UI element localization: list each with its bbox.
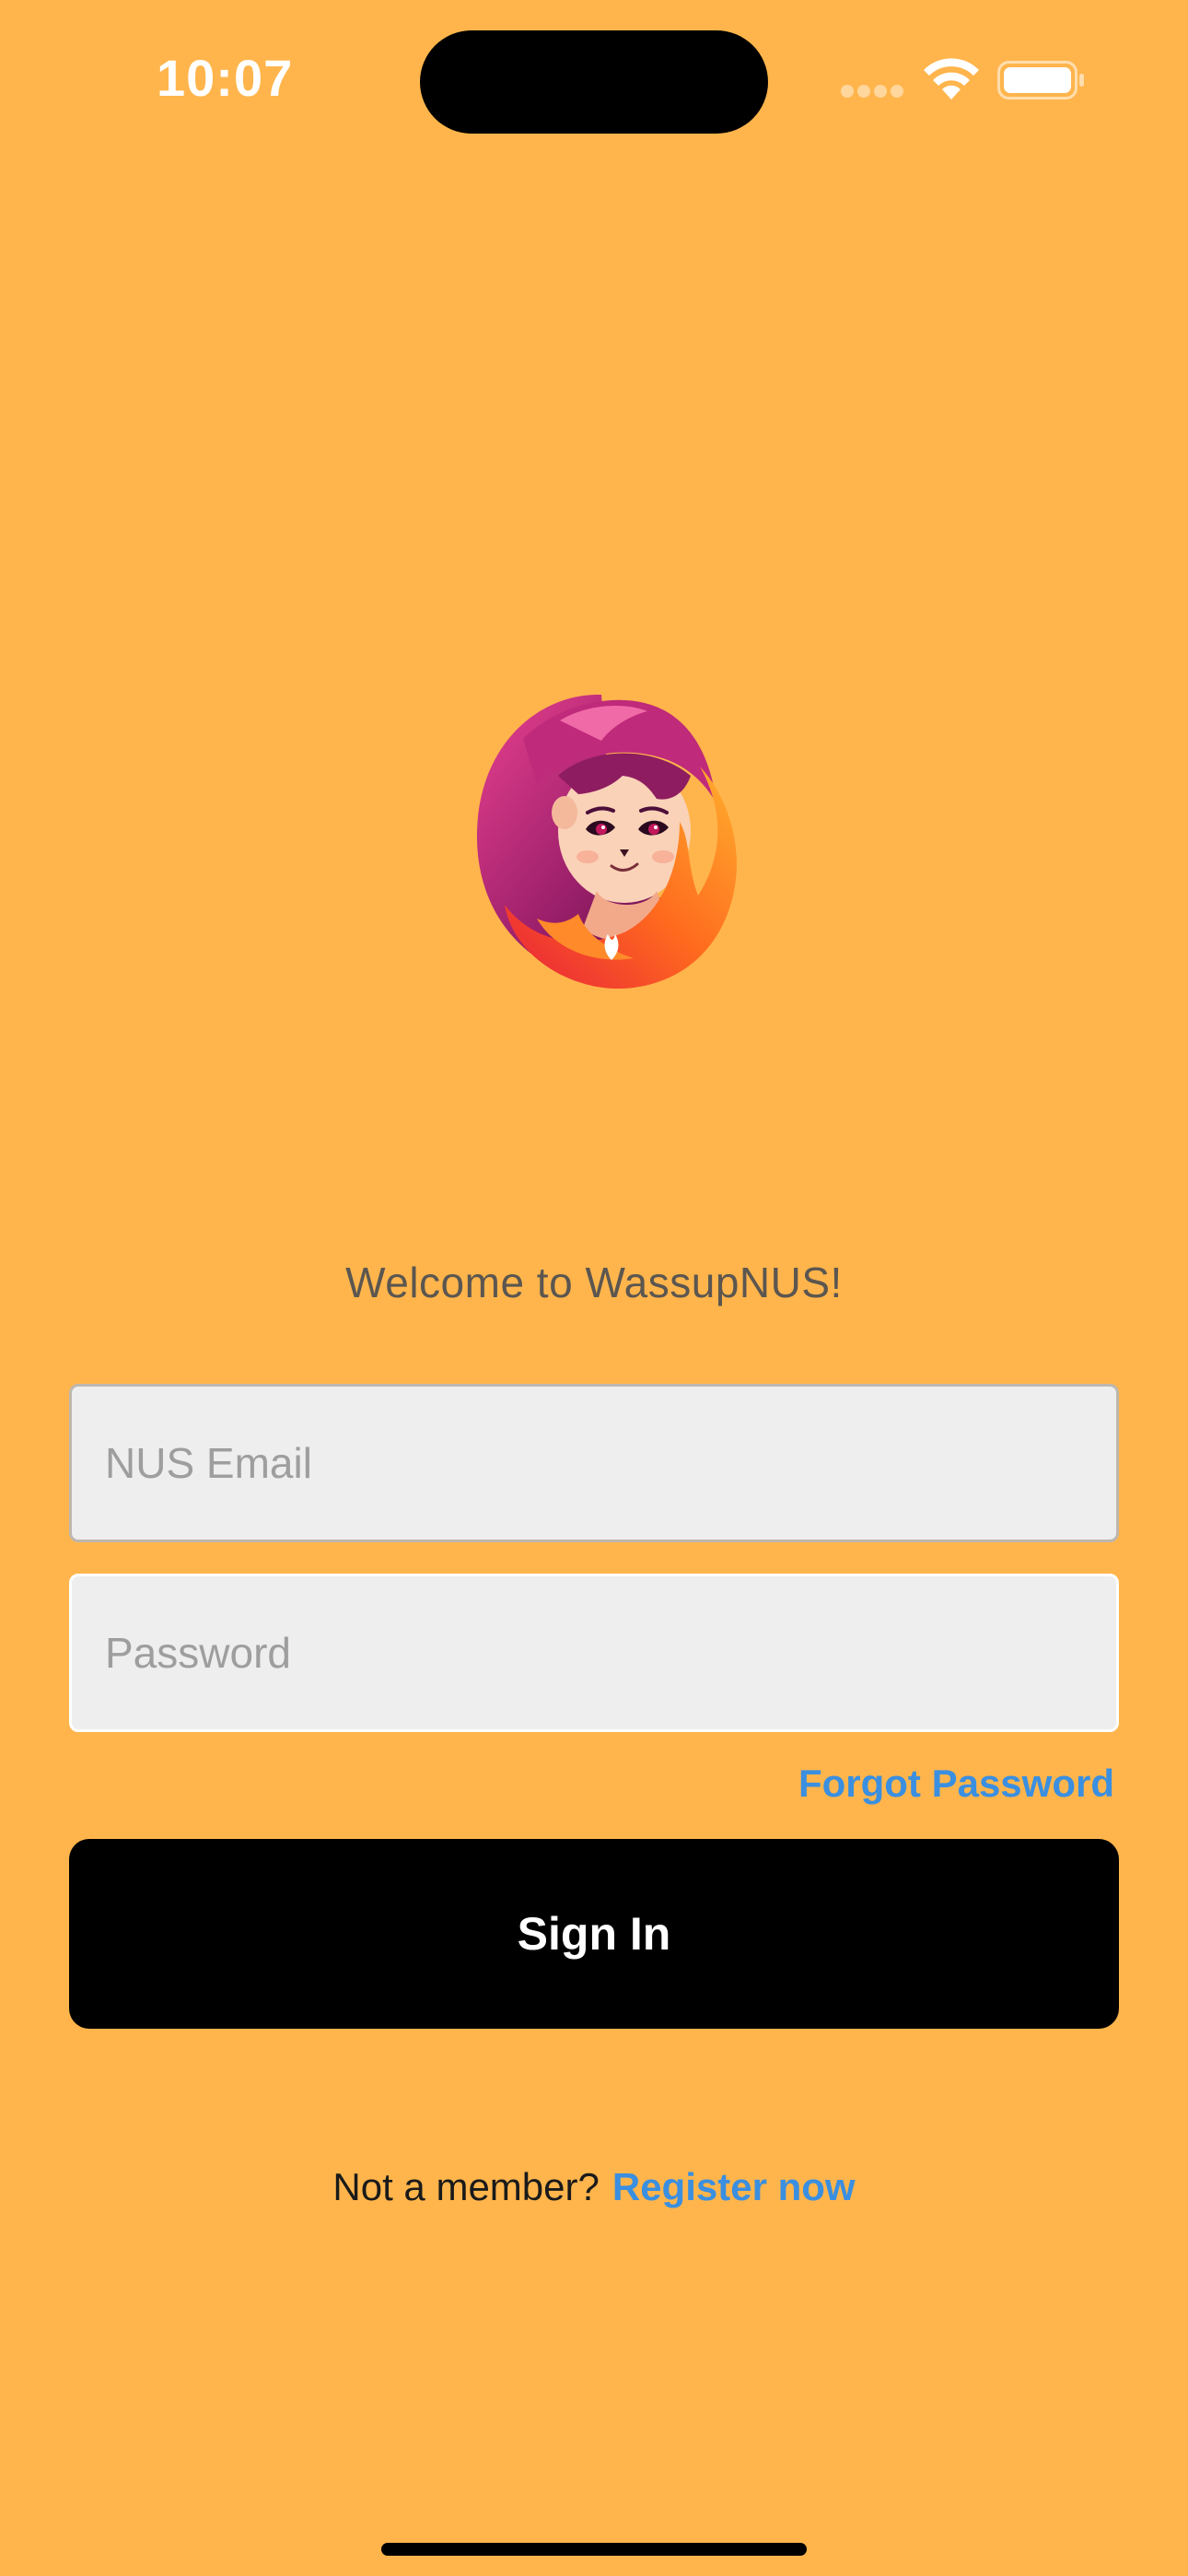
forgot-password-link[interactable]: Forgot Password — [798, 1762, 1114, 1806]
sign-in-button[interactable]: Sign In — [69, 1839, 1119, 2029]
status-time: 10:07 — [157, 49, 294, 107]
home-indicator[interactable] — [381, 2543, 807, 2556]
flame-girl-mascot-logo — [476, 694, 737, 989]
cellular-signal-icon — [841, 85, 905, 100]
wifi-icon — [924, 58, 979, 100]
status-bar: 10:07 — [0, 0, 1188, 166]
welcome-heading: Welcome to WassupNUS! — [345, 1259, 843, 1306]
register-row: Not a member? Register now — [0, 2165, 1188, 2209]
nus-email-input[interactable] — [69, 1384, 1119, 1542]
register-now-link[interactable]: Register now — [612, 2165, 856, 2208]
password-input[interactable] — [69, 1574, 1119, 1732]
dynamic-island — [420, 30, 768, 134]
battery-icon — [997, 61, 1084, 100]
not-member-text: Not a member? — [332, 2165, 600, 2208]
